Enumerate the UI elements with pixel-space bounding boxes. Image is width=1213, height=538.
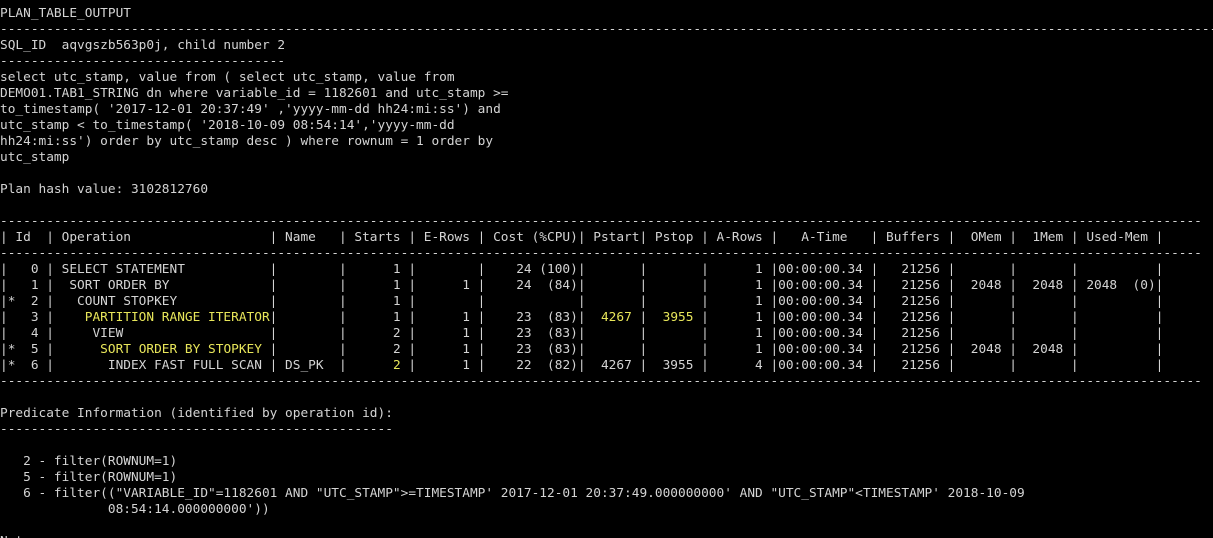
terminal-text: PLAN_TABLE_OUTPUT — [0, 6, 131, 21]
terminal-text: hh24:mi:ss') order by utc_stamp desc ) w… — [0, 134, 494, 149]
highlighted-text: SORT ORDER BY STOPKEY — [100, 342, 262, 357]
terminal-line: |* 2 | COUNT STOPKEY | | 1 | | | | | 1 |… — [0, 294, 1213, 310]
terminal-text: 08:54:14.000000000')) — [0, 502, 270, 517]
terminal-text: Note — [0, 534, 31, 538]
terminal-text: ----------------------------------------… — [0, 22, 1213, 37]
terminal-text: 2 - filter(ROWNUM=1) — [0, 454, 178, 469]
terminal-text: Predicate Information (identified by ope… — [0, 406, 393, 421]
terminal-text: to_timestamp( '2017-12-01 20:37:49' ,'yy… — [0, 102, 501, 117]
terminal-line: | 3 | PARTITION RANGE ITERATOR| | 1 | 1 … — [0, 310, 1213, 326]
terminal-line: hh24:mi:ss') order by utc_stamp desc ) w… — [0, 134, 1213, 150]
terminal-line: | Id | Operation | Name | Starts | E-Row… — [0, 230, 1213, 246]
terminal-text: | — [631, 310, 663, 325]
terminal-line: 6 - filter(("VARIABLE_ID"=1182601 AND "U… — [0, 486, 1213, 502]
terminal-line: ----------------------------------------… — [0, 246, 1213, 262]
terminal-text: ----------------------------------------… — [0, 374, 1202, 389]
terminal-line: to_timestamp( '2017-12-01 20:37:49' ,'yy… — [0, 102, 1213, 118]
terminal-text: | Id | Operation | Name | Starts | E-Row… — [0, 230, 1164, 245]
terminal-text: ----------------------------------------… — [0, 422, 393, 437]
terminal-line: DEMO01.TAB1_STRING dn where variable_id … — [0, 86, 1213, 102]
terminal-line: Plan hash value: 3102812760 — [0, 182, 1213, 198]
terminal-text: Plan hash value: 3102812760 — [0, 182, 209, 197]
terminal-text: | 1 | SORT ORDER BY | | 1 | 1 | 24 (84)|… — [0, 278, 1164, 293]
terminal-text: select utc_stamp, value from ( select ut… — [0, 70, 455, 85]
terminal-text: DEMO01.TAB1_STRING dn where variable_id … — [0, 86, 509, 101]
highlighted-text: 4267 — [600, 310, 632, 325]
terminal-text: | | 2 | 1 | 23 (83)| | | 1 |00:00:00.34 … — [261, 342, 1164, 357]
terminal-line: | 1 | SORT ORDER BY | | 1 | 1 | 24 (84)|… — [0, 278, 1213, 294]
terminal-line: SQL_ID aqvgszb563p0j, child number 2 — [0, 38, 1213, 54]
highlighted-text: PARTITION RANGE ITERATOR — [84, 310, 270, 325]
terminal-line: 2 - filter(ROWNUM=1) — [0, 454, 1213, 470]
terminal-line: 5 - filter(ROWNUM=1) — [0, 470, 1213, 486]
terminal-text: |* 5 | — [0, 342, 101, 357]
terminal-line: select utc_stamp, value from ( select ut… — [0, 70, 1213, 86]
terminal-text: utc_stamp — [0, 150, 70, 165]
terminal-line: ----------------------------------------… — [0, 22, 1213, 38]
highlighted-text: 2 — [392, 358, 401, 373]
terminal-line: ------------------------------------- — [0, 54, 1213, 70]
terminal-line: utc_stamp < to_timestamp( '2018-10-09 08… — [0, 118, 1213, 134]
terminal-line: ----------------------------------------… — [0, 374, 1213, 390]
terminal-text: ------------------------------------- — [0, 54, 286, 69]
terminal-output: PLAN_TABLE_OUTPUT -----------------------… — [0, 0, 1213, 538]
terminal-text: |* 6 | INDEX FAST FULL SCAN | DS_PK | — [0, 358, 393, 373]
terminal-line: |* 6 | INDEX FAST FULL SCAN | DS_PK | 2 … — [0, 358, 1213, 374]
terminal-line: Note — [0, 534, 1213, 538]
terminal-line: ----------------------------------------… — [0, 214, 1213, 230]
terminal-line: 08:54:14.000000000')) — [0, 502, 1213, 518]
terminal-text: 5 - filter(ROWNUM=1) — [0, 470, 178, 485]
terminal-text: | 0 | SELECT STATEMENT | | 1 | | 24 (100… — [0, 262, 1164, 277]
terminal-line: | 4 | VIEW | | 2 | 1 | 23 (83)| | | 1 |0… — [0, 326, 1213, 342]
terminal-text: | 3 | — [0, 310, 85, 325]
terminal-text: utc_stamp < to_timestamp( '2018-10-09 08… — [0, 118, 455, 133]
terminal-line: Predicate Information (identified by ope… — [0, 406, 1213, 422]
terminal-line: ----------------------------------------… — [0, 422, 1213, 438]
terminal-line: | 0 | SELECT STATEMENT | | 1 | | 24 (100… — [0, 262, 1213, 278]
terminal-text: | | 1 | 1 | 23 (83)| — [269, 310, 601, 325]
terminal-text: SQL_ID aqvgszb563p0j, child number 2 — [0, 38, 286, 53]
terminal-line: utc_stamp — [0, 150, 1213, 166]
terminal-text: | 1 |00:00:00.34 | 21256 | | | | — [693, 310, 1164, 325]
terminal-text: ----------------------------------------… — [0, 246, 1202, 261]
terminal-line: |* 5 | SORT ORDER BY STOPKEY | | 2 | 1 |… — [0, 342, 1213, 358]
highlighted-text: 3955 — [662, 310, 694, 325]
terminal-text: | 4 | VIEW | | 2 | 1 | 23 (83)| | | 1 |0… — [0, 326, 1164, 341]
terminal-line: PLAN_TABLE_OUTPUT — [0, 6, 1213, 22]
terminal-text: ----------------------------------------… — [0, 214, 1202, 229]
terminal-text: |* 2 | COUNT STOPKEY | | 1 | | | | | 1 |… — [0, 294, 1164, 309]
terminal-text: | 1 | 22 (82)| 4267 | 3955 | 4 |00:00:00… — [400, 358, 1164, 373]
terminal-text: 6 - filter(("VARIABLE_ID"=1182601 AND "U… — [0, 486, 1025, 501]
